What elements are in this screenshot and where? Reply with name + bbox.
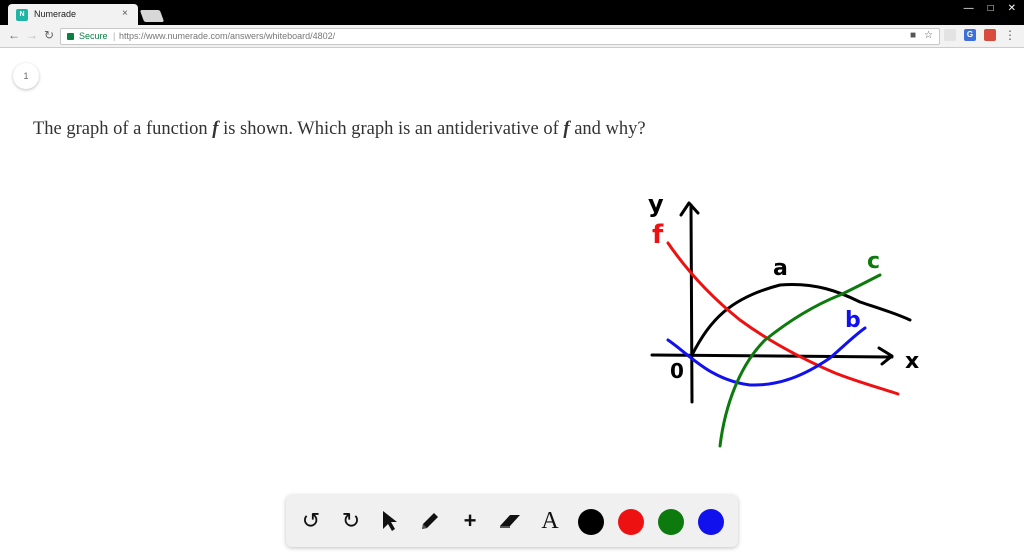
plus-icon[interactable]: + [456, 507, 484, 535]
label-b: b [845, 308, 861, 333]
label-c: c [867, 249, 880, 274]
browser-menu-icon[interactable]: ⋮ [1004, 28, 1016, 42]
browser-toolbar: ← → ↻ Secure | https://www.numerade.com/… [0, 25, 1024, 48]
tab-title: Numerade [34, 9, 77, 19]
tab-strip: N Numerade × — □ ✕ [0, 0, 1024, 25]
maximize-icon[interactable]: □ [988, 3, 994, 14]
label-a: a [773, 256, 788, 281]
extension-blank-icon[interactable] [944, 29, 956, 41]
new-tab-button[interactable] [139, 10, 165, 22]
extension-icons: G [944, 29, 996, 41]
address-bar-icons: ■ ☆ [910, 30, 933, 41]
y-axis-arrowhead [679, 201, 700, 217]
address-separator: | [113, 31, 116, 41]
undo-icon[interactable]: ↺ [297, 507, 325, 535]
pocket-extension-icon[interactable] [984, 29, 996, 41]
label-y: y [648, 190, 664, 218]
whiteboard-sketch: y f a c b 0 x [648, 190, 919, 448]
back-icon[interactable]: ← [8, 28, 20, 42]
label-origin: 0 [670, 359, 684, 383]
label-f: f [652, 220, 664, 250]
window-close-icon[interactable]: ✕ [1008, 3, 1016, 14]
forward-icon[interactable]: → [26, 28, 38, 42]
reload-icon[interactable]: ↻ [44, 28, 54, 42]
question-text: The graph of a function f is shown. Whic… [33, 119, 646, 140]
question-part: The graph of a function [33, 119, 213, 139]
tab-close-icon[interactable]: × [122, 8, 128, 19]
numerade-favicon-icon: N [16, 9, 28, 21]
pencil-icon[interactable] [416, 507, 444, 535]
color-swatch-green[interactable] [658, 509, 684, 535]
bookmark-star-icon[interactable]: ☆ [924, 30, 933, 41]
question-part: is shown. Which graph is an antiderivati… [218, 119, 564, 139]
text-icon[interactable]: A [536, 507, 564, 535]
color-swatch-red[interactable] [618, 509, 644, 535]
grammarly-g-icon[interactable]: G [964, 29, 976, 41]
address-bar[interactable]: Secure | https://www.numerade.com/answer… [60, 28, 940, 45]
minimize-icon[interactable]: — [964, 3, 974, 14]
pointer-icon[interactable] [376, 507, 404, 535]
browser-tab[interactable]: N Numerade × [8, 4, 138, 25]
lock-icon [67, 33, 74, 40]
url-text[interactable]: https://www.numerade.com/answers/whitebo… [119, 31, 335, 41]
question-part: and why? [569, 119, 646, 139]
window-controls: — □ ✕ [964, 3, 1016, 14]
camera-icon[interactable]: ■ [910, 30, 916, 41]
redo-icon[interactable]: ↻ [337, 507, 365, 535]
eraser-icon[interactable] [496, 507, 524, 535]
page-number-badge: 1 [13, 63, 39, 89]
y-axis [689, 203, 694, 404]
secure-label: Secure [79, 31, 108, 41]
label-x: x [905, 349, 919, 374]
color-swatch-black[interactable] [578, 509, 604, 535]
drawing-toolbar: ↺ ↻ + A [286, 495, 738, 547]
color-swatch-blue[interactable] [698, 509, 724, 535]
curve-a [690, 282, 912, 357]
